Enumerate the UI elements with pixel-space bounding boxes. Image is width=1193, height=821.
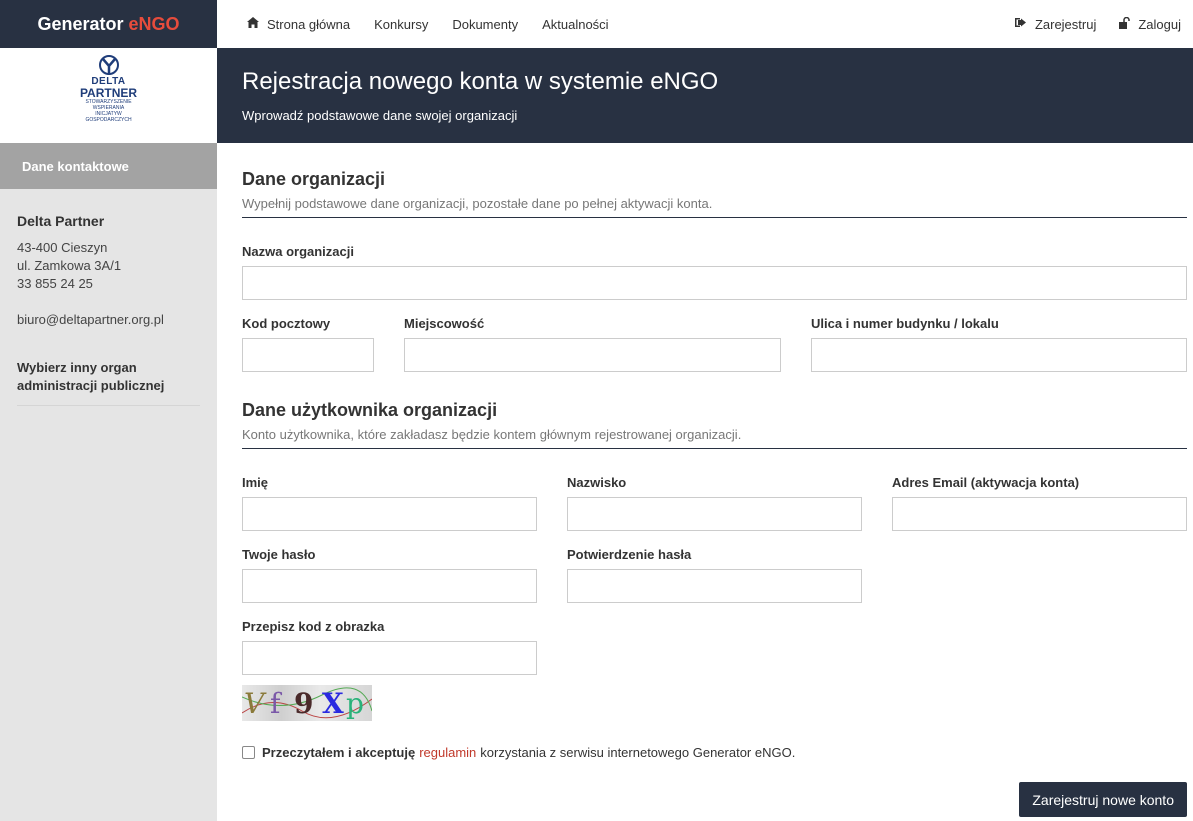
nav-account-links: Zarejestruj Zaloguj — [993, 16, 1193, 32]
city-label: Miejscowość — [404, 316, 485, 331]
user-name-row: Imię Nazwisko Adres Email (aktywacja kon… — [242, 475, 1187, 531]
email-field: Adres Email (aktywacja konta) — [892, 475, 1187, 531]
first-name-input[interactable] — [242, 497, 537, 531]
postal-code-field: Kod pocztowy — [242, 316, 374, 372]
captcha-char: 9 — [294, 687, 314, 720]
phone-number: 33 855 24 25 — [17, 276, 93, 291]
nav-news[interactable]: Aktualności — [542, 17, 608, 32]
choose-other-authority-link[interactable]: Wybierz inny organ administracji publicz… — [17, 359, 200, 406]
email-input[interactable] — [892, 497, 1187, 531]
brand-accent: eNGO — [128, 13, 180, 34]
home-icon — [247, 17, 259, 31]
terms-text-after: korzystania z serwisu internetowego Gene… — [480, 745, 796, 760]
captcha-char: V — [244, 687, 265, 720]
org-name: Delta Partner — [17, 213, 105, 229]
captcha-label: Przepisz kod z obrazka — [242, 619, 385, 634]
brand-name: Generator — [37, 13, 124, 34]
user-section-desc: Konto użytkownika, które zakładasz będzi… — [242, 427, 1187, 449]
sidebar-heading: Dane kontaktowe — [0, 143, 217, 189]
street-label: Ulica i numer budynku / lokalu — [811, 316, 999, 331]
sidebar: Generator eNGO DELTA PARTNER STOWARZYSZE… — [0, 0, 217, 821]
nav-login[interactable]: Zaloguj — [1118, 16, 1181, 32]
street-input[interactable] — [811, 338, 1187, 372]
nav-register[interactable]: Zarejestruj — [1014, 16, 1097, 32]
last-name-label: Nazwisko — [567, 475, 627, 490]
logo-text-partner: PARTNER — [79, 85, 138, 100]
first-name-field: Imię — [242, 475, 537, 531]
email-label: Adres Email (aktywacja konta) — [892, 475, 1080, 490]
page-title: Rejestracja nowego konta w systemie eNGO — [242, 68, 719, 95]
nav-competitions[interactable]: Konkursy — [374, 17, 428, 32]
logo-container: DELTA PARTNER STOWARZYSZENIE WSPIERANIA … — [0, 48, 217, 143]
terms-link[interactable]: regulamin — [419, 745, 476, 760]
org-address-row: Kod pocztowy Miejscowość Ulica i numer b… — [242, 316, 1187, 372]
brand[interactable]: Generator eNGO — [0, 0, 217, 48]
password-row: Twoje hasło Potwierdzenie hasła — [242, 547, 1187, 603]
postal-code-input[interactable] — [242, 338, 374, 372]
captcha-field: Przepisz kod z obrazka — [242, 619, 537, 675]
password-input[interactable] — [242, 569, 537, 603]
choose-other-authority-line1: Wybierz inny organ — [17, 360, 137, 375]
unlock-icon — [1118, 16, 1131, 32]
address-line-2: ul. Zamkowa 3A/1 — [17, 258, 122, 273]
captcha-input[interactable] — [242, 641, 537, 675]
org-section-desc: Wypełnij podstawowe dane organizacji, po… — [242, 196, 1187, 218]
terms-text-before: Przeczytałem i akceptuję — [262, 745, 416, 760]
org-name-field: Nazwa organizacji — [242, 244, 1187, 300]
city-field: Miejscowość — [404, 316, 781, 372]
terms-checkbox[interactable] — [242, 746, 255, 759]
password-confirm-input[interactable] — [567, 569, 862, 603]
last-name-input[interactable] — [567, 497, 862, 531]
password-field: Twoje hasło — [242, 547, 537, 603]
password-confirm-label: Potwierdzenie hasła — [567, 547, 692, 562]
street-field: Ulica i numer budynku / lokalu — [811, 316, 1187, 372]
password-confirm-field: Potwierdzenie hasła — [567, 547, 862, 603]
nav-register-label: Zarejestruj — [1034, 16, 1097, 32]
terms-row: Przeczytałem i akceptuję regulamin korzy… — [242, 745, 1187, 760]
nav-home-label: Strona główna — [267, 16, 351, 32]
user-section-title: Dane użytkownika organizacji — [242, 400, 498, 420]
logo-text-delta: DELTA — [91, 75, 126, 87]
contact-info: Delta Partner 43-400 Cieszyn ul. Zamkowa… — [0, 189, 217, 406]
org-name-label: Nazwa organizacji — [242, 244, 354, 259]
nav-main-links: Strona główna Konkursy Dokumenty Aktualn… — [217, 17, 633, 32]
sign-out-icon — [1014, 17, 1027, 31]
captcha-char: p — [346, 687, 364, 720]
first-name-label: Imię — [242, 475, 269, 490]
registration-form: Dane organizacji Wypełnij podstawowe dan… — [242, 143, 1187, 817]
nav-documents[interactable]: Dokumenty — [452, 17, 518, 32]
choose-other-authority-line2: administracji publicznej — [17, 378, 165, 393]
address-line-1: 43-400 Cieszyn — [17, 240, 108, 255]
logo-text-line6: GOSPODARCZYCH — [85, 116, 132, 123]
nav-home[interactable]: Strona główna — [247, 17, 350, 32]
delta-partner-logo: DELTA PARTNER STOWARZYSZENIE WSPIERANIA … — [69, 54, 149, 137]
logo-figure-icon — [98, 54, 119, 75]
contact-email[interactable]: biuro@deltapartner.org.pl — [17, 311, 200, 329]
register-submit-button[interactable]: Zarejestruj nowe konto — [1019, 782, 1187, 817]
org-section-title: Dane organizacji — [242, 169, 386, 189]
captcha-char: f — [270, 687, 281, 720]
captcha-image: V f 9 X p — [242, 685, 372, 721]
password-label: Twoje hasło — [242, 547, 316, 562]
page-subtitle: Wprowadź podstawowe dane swojej organiza… — [242, 108, 518, 123]
captcha-char: X — [322, 687, 344, 720]
top-navigation: Strona główna Konkursy Dokumenty Aktualn… — [217, 0, 1193, 48]
city-input[interactable] — [404, 338, 781, 372]
postal-code-label: Kod pocztowy — [242, 316, 331, 331]
nav-login-label: Zaloguj — [1138, 16, 1181, 32]
page-header: Rejestracja nowego konta w systemie eNGO… — [217, 48, 1193, 143]
last-name-field: Nazwisko — [567, 475, 862, 531]
org-name-input[interactable] — [242, 266, 1187, 300]
